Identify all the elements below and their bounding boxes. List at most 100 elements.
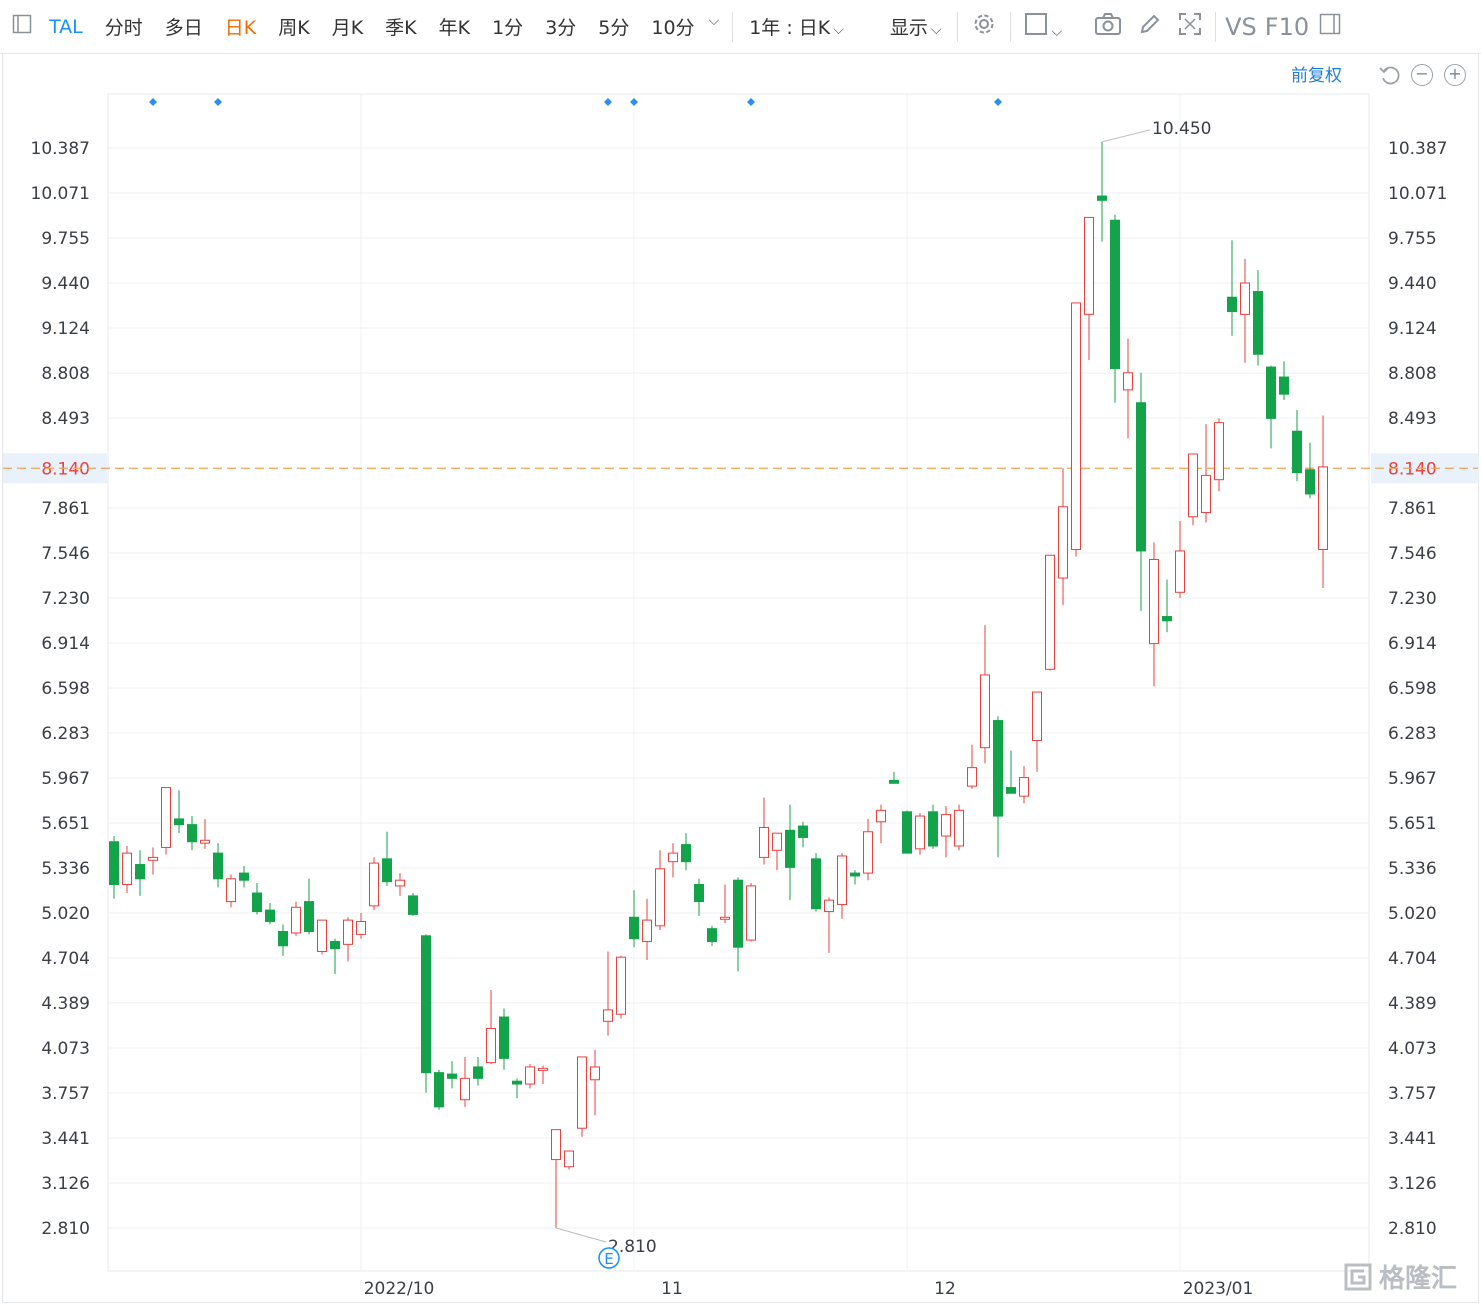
y-tick-label-left: 2.810 <box>41 1219 90 1239</box>
candle-body <box>1175 550 1185 593</box>
candle-body <box>473 1066 483 1079</box>
max-price-label: 10.450 <box>1152 119 1211 139</box>
candle-body <box>915 815 925 850</box>
y-tick-label-left: 9.440 <box>41 274 90 294</box>
candle-body <box>1253 291 1263 355</box>
candlestick-chart: 10.387 10.387 10.071 10.071 9.755 9.755 9.440 9… <box>3 93 1479 1299</box>
candle-body <box>590 1066 600 1081</box>
candle-body <box>785 829 795 868</box>
candle-body <box>1058 506 1068 579</box>
candle-body <box>486 1027 496 1064</box>
y-tick-label-right: 6.598 <box>1388 679 1437 699</box>
y-tick-label-left: 4.389 <box>41 994 90 1014</box>
candle-body <box>902 811 912 854</box>
candle-body <box>200 839 210 844</box>
candle-body <box>993 720 1003 817</box>
y-tick-label-left: 7.230 <box>41 589 90 609</box>
candle-body <box>1149 559 1159 645</box>
y-tick-label-left: 9.755 <box>41 229 90 249</box>
y-tick-label-right: 4.073 <box>1388 1039 1437 1059</box>
candle-body <box>499 1016 509 1059</box>
candle-body <box>408 895 418 915</box>
candle-body <box>850 872 860 877</box>
y-tick-label-left: 4.073 <box>41 1039 90 1059</box>
candle-body <box>278 931 288 947</box>
candle-body <box>109 841 119 885</box>
x-tick-label: 12 <box>934 1279 956 1299</box>
candle-body <box>733 879 743 948</box>
candle-body <box>239 872 249 881</box>
x-tick-label: 2023/01 <box>1183 1279 1254 1299</box>
y-tick-label-left: 4.704 <box>41 949 90 969</box>
y-tick-label-left: 10.387 <box>31 139 90 159</box>
dividend-diamond-marker <box>630 98 638 106</box>
y-tick-label-left: 3.441 <box>41 1129 90 1149</box>
y-tick-label-left: 5.020 <box>41 904 90 924</box>
candle-body <box>772 832 782 851</box>
candle-body <box>876 809 886 823</box>
zoom-out-icon[interactable]: − <box>1411 64 1433 86</box>
x-tick-label: 11 <box>661 1279 683 1299</box>
zoom-in-icon[interactable]: + <box>1444 64 1466 86</box>
y-tick-label-left: 9.124 <box>41 319 90 339</box>
adjust-mode-link[interactable]: 前复权 <box>1291 61 1342 86</box>
y-tick-label-right: 8.493 <box>1388 409 1437 429</box>
candle-body <box>174 818 184 826</box>
y-tick-label-right: 2.810 <box>1388 1219 1437 1239</box>
candle-body <box>863 831 873 874</box>
candle-body <box>954 809 964 847</box>
y-tick-label-left: 5.651 <box>41 814 90 834</box>
x-tick-label: 2022/10 <box>364 1279 435 1299</box>
dividend-diamond-marker <box>149 98 157 106</box>
y-tick-label-left: 6.598 <box>41 679 90 699</box>
candle-body <box>1227 296 1237 312</box>
candle-body <box>889 779 899 784</box>
candle-body <box>135 864 145 880</box>
candle-body <box>1305 469 1315 495</box>
y-tick-label-right: 8.140 <box>1388 459 1437 479</box>
candle-body <box>265 909 275 923</box>
candle-body <box>1123 372 1133 391</box>
candle-body <box>1110 219 1120 370</box>
candle-body <box>538 1067 548 1071</box>
candle-body <box>1006 787 1016 794</box>
candle-body <box>512 1080 522 1085</box>
y-tick-label-left: 5.967 <box>41 769 90 789</box>
candle-body <box>655 868 665 927</box>
dividend-diamond-marker <box>214 98 222 106</box>
candle-body <box>629 916 639 940</box>
y-tick-label-right: 5.020 <box>1388 904 1437 924</box>
candle-body <box>668 852 678 863</box>
candle-body <box>252 892 262 913</box>
candle-body <box>447 1073 457 1079</box>
y-tick-label-right: 7.230 <box>1388 589 1437 609</box>
y-tick-label-left: 6.914 <box>41 634 90 654</box>
candle-body <box>1136 402 1146 552</box>
candle-body <box>1188 453 1198 518</box>
candle-body <box>980 674 990 749</box>
y-tick-label-right: 3.441 <box>1388 1129 1437 1149</box>
candle-body <box>1071 302 1081 551</box>
candle-body <box>356 921 366 935</box>
candle-body <box>304 901 314 933</box>
candle-body <box>1292 430 1302 474</box>
candle-body <box>1266 366 1276 419</box>
y-tick-label-left: 7.546 <box>41 544 90 564</box>
candle-body <box>369 862 379 907</box>
candle-body <box>460 1077 470 1101</box>
candle-body <box>317 919 327 952</box>
min-leader-line <box>555 1227 607 1243</box>
y-tick-label-right: 3.126 <box>1388 1174 1437 1194</box>
candle-body <box>226 878 236 903</box>
reset-icon[interactable] <box>1378 63 1402 91</box>
candle-body <box>1097 195 1107 201</box>
candle-body <box>759 826 769 858</box>
candle-body <box>122 852 132 885</box>
y-tick-label-left: 5.336 <box>41 859 90 879</box>
candle-body <box>1318 466 1328 551</box>
y-tick-label-left: 3.757 <box>41 1084 90 1104</box>
y-tick-label-left: 8.140 <box>41 459 90 479</box>
gelonghui-logo-icon <box>1344 1263 1372 1290</box>
watermark: 格隆汇 <box>1341 1258 1457 1295</box>
candle-body <box>746 885 756 941</box>
